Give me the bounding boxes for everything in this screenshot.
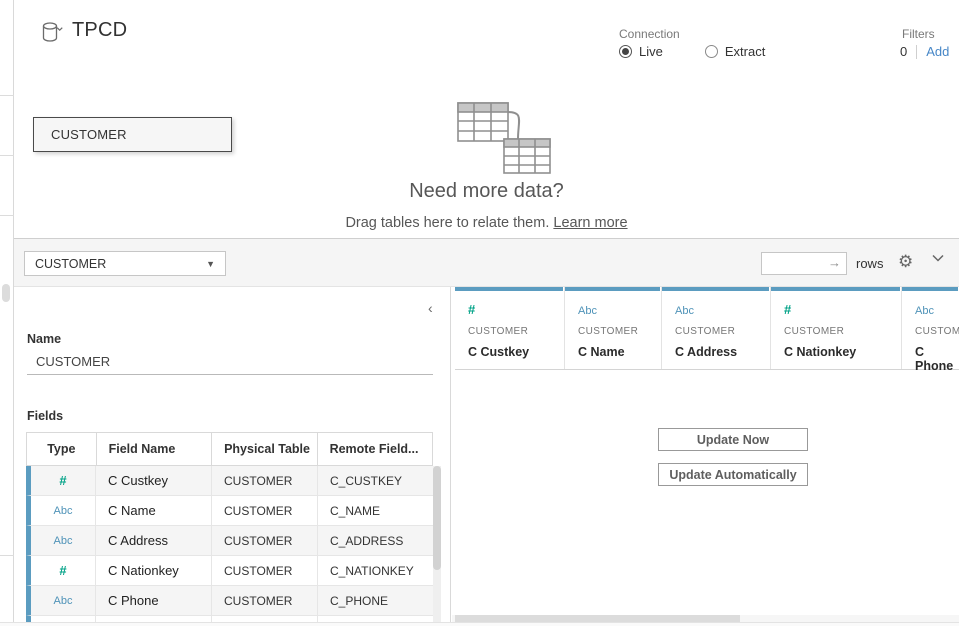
rows-count-input[interactable] xyxy=(761,252,847,275)
grid-column-field: C Address xyxy=(675,345,770,359)
pane-divider xyxy=(0,555,14,556)
number-type-icon: # xyxy=(59,473,66,488)
extract-radio-label[interactable]: Extract xyxy=(725,44,765,59)
grid-column-table: CUSTOMER xyxy=(675,326,770,337)
live-radio-label[interactable]: Live xyxy=(639,44,663,59)
grid-column-header[interactable]: Abc CUSTOMER C Name xyxy=(565,287,662,369)
add-filter-link[interactable]: Add xyxy=(926,44,949,59)
remote-field-cell: C_ADDRESS xyxy=(318,526,433,555)
col-header-physical-table[interactable]: Physical Table xyxy=(212,433,318,465)
field-name-cell: C Name xyxy=(96,496,212,525)
field-name-cell: C Address xyxy=(96,526,212,555)
string-type-icon: Abc xyxy=(54,595,73,607)
string-type-icon: Abc xyxy=(675,305,694,317)
collapse-panel-icon[interactable]: ‹ xyxy=(428,300,433,316)
remote-field-cell: C_NATIONKEY xyxy=(318,556,433,585)
field-row[interactable]: # C Custkey CUSTOMER C_CUSTKEY xyxy=(26,466,433,496)
logical-table-customer[interactable]: CUSTOMER xyxy=(33,117,232,152)
physical-table-cell: CUSTOMER xyxy=(212,556,318,585)
empty-state-hint: Drag tables here to relate them. Learn m… xyxy=(14,215,959,231)
datasource-title: TPCD xyxy=(72,19,127,42)
grid-column-table: CUSTOMER xyxy=(784,326,901,337)
datasource-header: TPCD Connection Live Extract Filters 0 A… xyxy=(14,0,959,60)
fields-label: Fields xyxy=(27,409,63,423)
tableau-datasource-page: TPCD Connection Live Extract Filters 0 A… xyxy=(0,0,959,626)
learn-more-link[interactable]: Learn more xyxy=(553,215,627,231)
physical-table-cell: CUSTOMER xyxy=(212,496,318,525)
name-label: Name xyxy=(27,332,61,346)
bottom-edge-strip xyxy=(0,622,959,626)
rows-label: rows xyxy=(856,256,883,271)
physical-table-cell: CUSTOMER xyxy=(212,526,318,555)
grid-column-table: CUSTOMER xyxy=(468,326,564,337)
physical-table-cell: CUSTOMER xyxy=(212,466,318,495)
database-icon[interactable] xyxy=(42,21,68,45)
update-now-button[interactable]: Update Now xyxy=(658,428,808,451)
col-header-type[interactable]: Type xyxy=(27,433,97,465)
field-name-cell: C Phone xyxy=(96,586,212,615)
grid-column-header[interactable]: # CUSTOMER C Custkey xyxy=(455,287,565,369)
field-row[interactable]: Abc C Name CUSTOMER C_NAME xyxy=(26,496,433,526)
pane-divider xyxy=(0,215,14,216)
pane-divider xyxy=(0,95,14,96)
update-automatically-button[interactable]: Update Automatically xyxy=(658,463,808,486)
number-type-icon: # xyxy=(468,302,475,317)
grid-column-field: C Phone xyxy=(915,345,959,373)
grid-column-header[interactable]: # CUSTOMER C Nationkey xyxy=(771,287,902,369)
field-row[interactable]: Abc C Phone CUSTOMER C_PHONE xyxy=(26,586,433,616)
grid-column-table: CUSTOMER xyxy=(578,326,661,337)
fields-scrollbar-thumb[interactable] xyxy=(433,466,441,570)
string-type-icon: Abc xyxy=(54,505,73,517)
gear-icon[interactable]: ⚙ xyxy=(898,252,913,272)
field-row[interactable]: Abc C Address CUSTOMER C_ADDRESS xyxy=(26,526,433,556)
filters-label: Filters xyxy=(902,27,935,41)
field-row[interactable]: # C Nationkey CUSTOMER C_NATIONKEY xyxy=(26,556,433,586)
table-details-bar: CUSTOMER ▼ → rows ⚙ xyxy=(14,238,959,287)
remote-field-cell: C_CUSTKEY xyxy=(318,466,433,495)
col-header-field-name[interactable]: Field Name xyxy=(97,433,212,465)
dropdown-caret-icon: ▼ xyxy=(206,259,215,269)
filters-count: 0 xyxy=(900,44,907,59)
pane-scrollbar-thumb[interactable] xyxy=(2,284,10,302)
col-header-remote-field[interactable]: Remote Field... xyxy=(318,433,432,465)
grid-column-table: CUSTOMER xyxy=(915,326,959,337)
empty-state-title: Need more data? xyxy=(14,180,959,203)
live-radio[interactable] xyxy=(619,45,632,58)
collapsed-connections-pane[interactable] xyxy=(0,0,14,626)
field-name-cell: C Custkey xyxy=(96,466,212,495)
grid-header-row: # CUSTOMER C Custkey Abc CUSTOMER C Name… xyxy=(455,287,959,370)
table-name-input[interactable] xyxy=(27,349,433,375)
grid-horizontal-scrollbar[interactable] xyxy=(452,615,959,622)
extract-radio[interactable] xyxy=(705,45,718,58)
grid-column-field: C Nationkey xyxy=(784,345,901,359)
string-type-icon: Abc xyxy=(54,535,73,547)
grid-column-header[interactable]: Abc CUSTOMER C Address xyxy=(662,287,771,369)
data-preview-grid: # CUSTOMER C Custkey Abc CUSTOMER C Name… xyxy=(452,287,959,617)
remote-field-cell: C_NAME xyxy=(318,496,433,525)
field-name-cell: C Nationkey xyxy=(96,556,212,585)
fields-table: Type Field Name Physical Table Remote Fi… xyxy=(26,432,433,625)
fields-table-header: Type Field Name Physical Table Remote Fi… xyxy=(26,432,433,466)
number-type-icon: # xyxy=(59,563,66,578)
drag-hint-text: Drag tables here to relate them. xyxy=(345,215,553,231)
string-type-icon: Abc xyxy=(915,305,934,317)
table-metadata-panel: ‹ Name Fields Type Field Name Physical T… xyxy=(14,287,451,622)
physical-table-cell: CUSTOMER xyxy=(212,586,318,615)
table-select-value: CUSTOMER xyxy=(35,257,106,271)
table-select-dropdown[interactable]: CUSTOMER ▼ xyxy=(24,251,226,276)
divider xyxy=(916,45,917,59)
relationship-canvas: CUSTOMER xyxy=(14,60,959,238)
fields-scrollbar[interactable] xyxy=(433,466,441,622)
grid-column-header[interactable]: Abc CUSTOMER C Phone xyxy=(902,287,959,369)
remote-field-cell: C_PHONE xyxy=(318,586,433,615)
relate-tables-illustration xyxy=(430,95,555,177)
string-type-icon: Abc xyxy=(578,305,597,317)
grid-column-field: C Custkey xyxy=(468,345,564,359)
pane-divider xyxy=(0,155,14,156)
grid-horizontal-scrollbar-thumb[interactable] xyxy=(455,615,740,622)
connection-label: Connection xyxy=(619,27,680,41)
grid-column-field: C Name xyxy=(578,345,661,359)
chevron-down-icon[interactable] xyxy=(932,254,944,262)
number-type-icon: # xyxy=(784,302,791,317)
